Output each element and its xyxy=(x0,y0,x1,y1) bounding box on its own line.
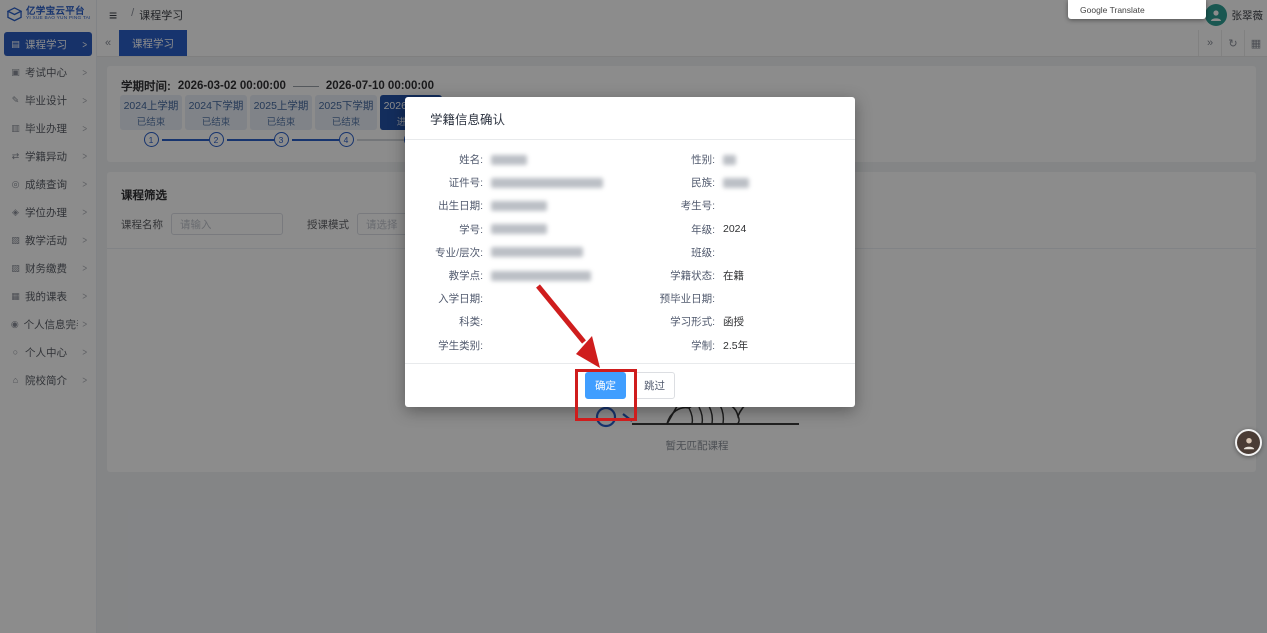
modal-row: 入学日期: 预毕业日期: xyxy=(405,287,855,310)
modal-field-rows: 姓名: 性别: 证件号: 民族: 出生日期: 考生号: 学号: 年级: 2024 专业/层次: 班级… xyxy=(405,140,855,357)
modal-field-label: 班级: xyxy=(691,246,715,259)
modal-field-label: 科类: xyxy=(459,316,483,329)
google-translate-label: Google Translate xyxy=(1080,4,1145,15)
redacted-value xyxy=(723,154,736,165)
modal-field-label: 姓名: xyxy=(459,154,483,167)
modal-field-学号: 学号: xyxy=(415,222,645,237)
modal-row: 专业/层次: 班级: xyxy=(405,241,855,264)
modal-field-value: 2024 xyxy=(723,223,747,236)
modal-row: 教学点: 学籍状态: 在籍 xyxy=(405,264,855,287)
modal-field-label: 专业/层次: xyxy=(435,246,483,259)
modal-field-label: 学籍状态: xyxy=(670,270,715,283)
modal-field-出生日期: 出生日期: xyxy=(415,198,645,213)
modal-row: 出生日期: 考生号: xyxy=(405,194,855,217)
modal-field-年级: 年级: 2024 xyxy=(645,222,746,237)
redacted-value xyxy=(491,154,527,165)
modal-field-学籍状态: 学籍状态: 在籍 xyxy=(645,268,744,283)
redacted-value xyxy=(491,200,547,211)
redacted-value xyxy=(491,247,583,258)
modal-field-value: 2.5年 xyxy=(723,339,749,352)
student-info-modal: 学籍信息确认 姓名: 性别: 证件号: 民族: 出生日期: 考生号: 学号: 年级: 2024 专… xyxy=(405,97,855,407)
modal-field-证件号: 证件号: xyxy=(415,175,645,190)
assistant-person-icon xyxy=(1243,437,1254,449)
modal-field-专业/层次: 专业/层次: xyxy=(415,245,645,260)
modal-field-label: 民族: xyxy=(691,177,715,190)
modal-field-value: 函授 xyxy=(723,316,744,329)
modal-field-label: 年级: xyxy=(691,223,715,236)
modal-row: 证件号: 民族: xyxy=(405,171,855,194)
modal-field-label: 证件号: xyxy=(448,177,483,190)
redacted-value xyxy=(491,224,547,235)
modal-field-性别: 性别: xyxy=(645,152,736,167)
modal-row: 姓名: 性别: xyxy=(405,148,855,171)
modal-field-label: 学制: xyxy=(691,339,715,352)
modal-field-姓名: 姓名: xyxy=(415,152,645,167)
modal-field-考生号: 考生号: xyxy=(645,198,723,213)
modal-field-label: 预毕业日期: xyxy=(659,293,715,306)
floating-assistant-widget[interactable] xyxy=(1235,429,1262,456)
modal-field-label: 考生号: xyxy=(680,200,715,213)
skip-button[interactable]: 跳过 xyxy=(634,372,675,399)
redacted-value xyxy=(723,177,749,188)
modal-field-label: 入学日期: xyxy=(438,293,483,306)
redacted-value xyxy=(491,177,603,188)
modal-field-学习形式: 学习形式: 函授 xyxy=(645,314,744,329)
annotation-arrow xyxy=(536,284,600,368)
modal-field-民族: 民族: xyxy=(645,175,749,190)
modal-field-label: 教学点: xyxy=(448,270,483,283)
modal-row: 学生类别: 学制: 2.5年 xyxy=(405,334,855,357)
modal-field-预毕业日期: 预毕业日期: xyxy=(645,291,723,306)
modal-field-班级: 班级: xyxy=(645,245,723,260)
modal-field-value: 在籍 xyxy=(723,270,744,283)
modal-field-label: 学习形式: xyxy=(670,316,715,329)
modal-field-label: 性别: xyxy=(691,154,715,167)
modal-row: 学号: 年级: 2024 xyxy=(405,218,855,241)
modal-row: 科类: 学习形式: 函授 xyxy=(405,310,855,333)
modal-field-label: 出生日期: xyxy=(438,200,483,213)
google-translate-popup[interactable]: Google Translate xyxy=(1068,0,1206,19)
modal-title: 学籍信息确认 xyxy=(430,113,506,127)
modal-field-label: 学生类别: xyxy=(438,339,483,352)
modal-field-label: 学号: xyxy=(459,223,483,236)
modal-field-学制: 学制: 2.5年 xyxy=(645,338,748,353)
